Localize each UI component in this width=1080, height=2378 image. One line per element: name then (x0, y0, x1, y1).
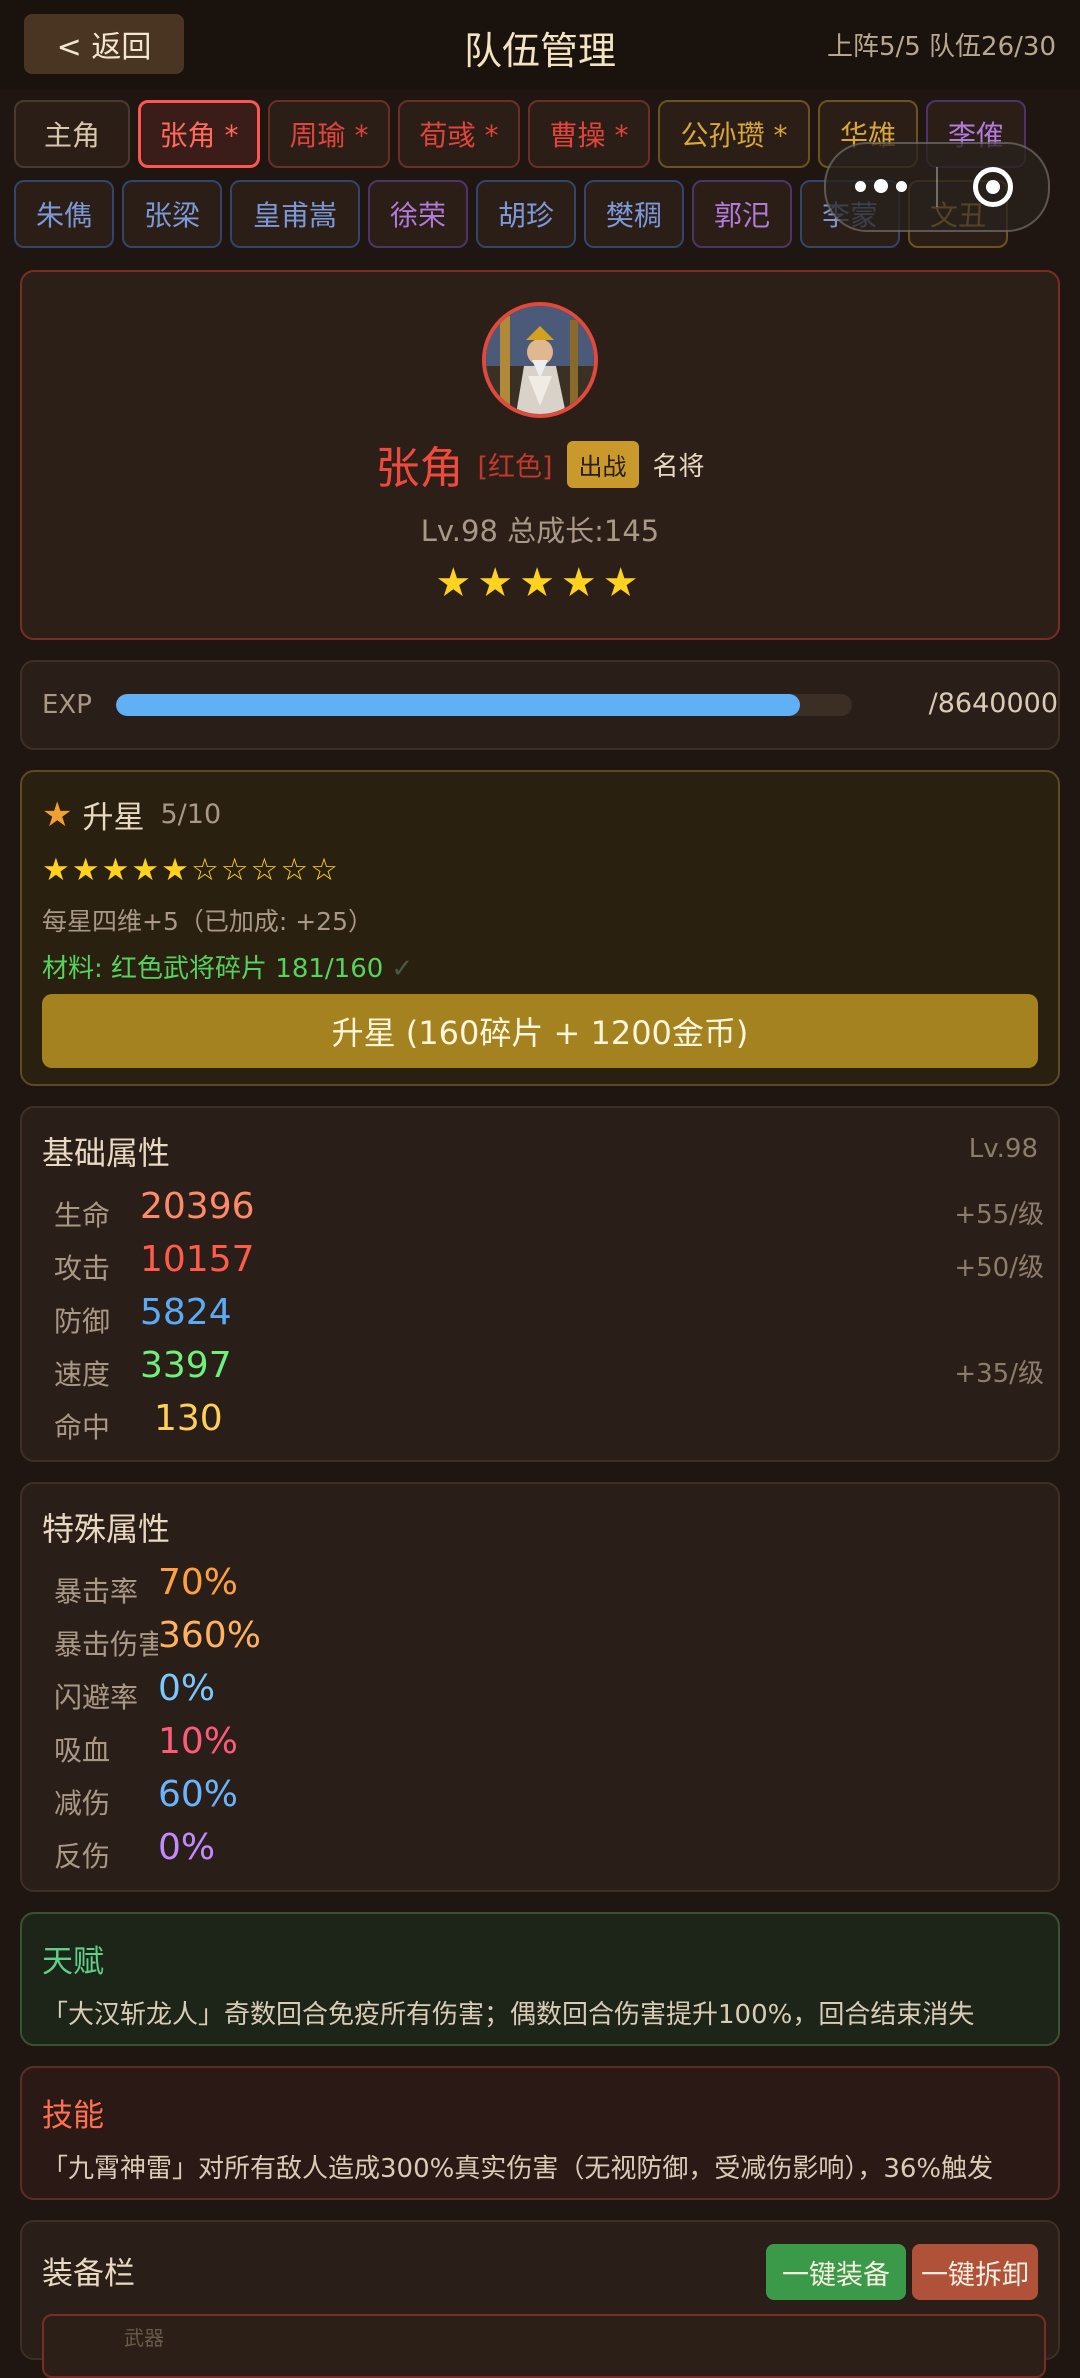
roster-chip-huzhen[interactable]: 胡珍 (476, 180, 576, 248)
exp-card: EXP 6/8640000 (20, 660, 1060, 750)
stat-row-hp: 生命 20396 +55/级 (54, 1186, 1044, 1236)
star-up-title: 升星 (82, 800, 145, 836)
base-stats-title: 基础属性 (42, 1134, 171, 1172)
special-row-reflect: 反伤 0% (54, 1827, 654, 1877)
special-label: 暴击伤害 (54, 1628, 158, 1661)
rarity-label: [红色] (477, 451, 553, 483)
special-value: 70% (158, 1562, 239, 1603)
star-progress: ★★★★★☆☆☆☆☆ (42, 852, 340, 888)
equipment-card: 装备栏 一键装备 一键拆卸 武器 (20, 2220, 1060, 2378)
unequip-all-button[interactable]: 一键拆卸 (912, 2244, 1038, 2300)
roster-chip-guosi[interactable]: 郭汜 (692, 180, 792, 248)
special-label: 闪避率 (54, 1681, 139, 1714)
talent-title: 天赋 (42, 1944, 104, 1980)
talent-desc: 「大汉斩龙人」奇数回合免疫所有伤害；偶数回合伤害提升100%，回合结束消失 (42, 2000, 975, 2030)
roster-chip-zhangliang[interactable]: 张梁 (122, 180, 222, 248)
roster-chip-zhouyu[interactable]: 周瑜 * (268, 100, 390, 168)
equipment-slot-weapon[interactable]: 武器 (42, 2314, 1046, 2378)
exp-bar (116, 694, 852, 716)
star-up-card: ★ 升星 5/10 ★★★★★☆☆☆☆☆ 每星四维+5（已加成: +25） 材料… (20, 770, 1060, 1086)
special-value: 60% (158, 1774, 239, 1815)
stat-value: 3397 (140, 1345, 232, 1386)
stat-value: 5824 (140, 1292, 232, 1333)
filled-stars: ★★★★★ (42, 852, 191, 888)
exp-label: EXP (42, 690, 92, 720)
more-menu-icon[interactable] (826, 179, 936, 193)
special-row-dodge: 闪避率 0% (54, 1668, 654, 1718)
material-text: 材料: 红色武将碎片 181/160 (42, 954, 384, 984)
empty-stars: ☆☆☆☆☆ (190, 852, 340, 888)
team-count: 上阵5/5 队伍26/30 (826, 32, 1056, 62)
stat-value: 20396 (140, 1186, 255, 1227)
special-value: 10% (158, 1721, 239, 1762)
skill-title: 技能 (42, 2098, 104, 2134)
roster-chip-caocao[interactable]: 曹操 * (528, 100, 650, 168)
star-bonus: 每星四维+5（已加成: +25） (42, 907, 373, 936)
special-label: 暴击率 (54, 1575, 139, 1608)
roster-chip-gongsunzan[interactable]: 公孙瓒 * (658, 100, 810, 168)
stat-label: 防御 (54, 1305, 111, 1338)
stat-row-hit: 命中 130 (54, 1398, 1044, 1448)
stat-label: 攻击 (54, 1252, 111, 1285)
special-value: 0% (158, 1827, 216, 1868)
roster-chip-huangfusong[interactable]: 皇甫嵩 (230, 180, 360, 248)
roster-chip-xurong[interactable]: 徐荣 (368, 180, 468, 248)
close-target-icon[interactable] (938, 167, 1048, 207)
check-icon: ✓ (391, 954, 414, 984)
star-icon: ★ (42, 794, 73, 835)
roster-chip-zhujun[interactable]: 朱儁 (14, 180, 114, 248)
stat-value: 10157 (140, 1239, 255, 1280)
talent-card: 天赋 「大汉斩龙人」奇数回合免疫所有伤害；偶数回合伤害提升100%，回合结束消失 (20, 1912, 1060, 2046)
special-label: 反伤 (54, 1840, 111, 1873)
hero-name-line: 张角 [红色] 出战 名将 (22, 432, 1058, 496)
level-growth: Lv.98 总成长:145 (420, 514, 660, 548)
star-up-count: 5/10 (160, 799, 222, 830)
stat-value: 130 (154, 1398, 223, 1439)
star-material: 材料: 红色武将碎片 181/160 ✓ (42, 948, 413, 985)
special-stats-card: 特殊属性 暴击率 70% 暴击伤害 360% 闪避率 0% 吸血 10% 减伤 … (20, 1482, 1060, 1892)
special-stats-title: 特殊属性 (42, 1510, 171, 1548)
slot-label: 武器 (124, 2326, 164, 2350)
roster-chip-xunyu[interactable]: 荀彧 * (398, 100, 520, 168)
star-up-button[interactable]: 升星 (160碎片 + 1200金币) (42, 994, 1038, 1068)
special-label: 吸血 (54, 1734, 111, 1767)
hero-name: 张角 (375, 443, 464, 494)
stat-row-spd: 速度 3397 +35/级 (54, 1345, 1044, 1395)
exp-bar-fill (116, 694, 801, 716)
roster-chip-fanchou[interactable]: 樊稠 (584, 180, 684, 248)
mini-program-capsule (824, 142, 1050, 232)
skill-desc: 「九霄神雷」对所有敌人造成300%真实伤害（无视防御，受减伤影响），36%触发 (42, 2154, 994, 2184)
special-row-crit-dmg: 暴击伤害 360% (54, 1615, 654, 1665)
base-stats-level: Lv.98 (968, 1134, 1038, 1164)
stat-growth: +55/级 (954, 1200, 1044, 1230)
special-label: 减伤 (54, 1787, 111, 1820)
hero-card: 张角 [红色] 出战 名将 Lv.98 总成长:145 ★★★★★ (20, 270, 1060, 640)
avatar (482, 302, 598, 418)
roster-chip-zhangjiao[interactable]: 张角 * (138, 100, 260, 168)
special-row-lifesteal: 吸血 10% (54, 1721, 654, 1771)
hero-stars: ★★★★★ (435, 560, 645, 606)
stat-row-def: 防御 5824 (54, 1292, 1044, 1342)
equip-all-button[interactable]: 一键装备 (766, 2244, 906, 2300)
title-tag: 名将 (652, 451, 705, 482)
deploy-badge: 出战 (566, 440, 639, 488)
special-row-crit-rate: 暴击率 70% (54, 1562, 654, 1612)
stat-label: 命中 (54, 1411, 111, 1444)
stat-label: 速度 (54, 1358, 111, 1391)
base-stats-card: 基础属性 Lv.98 生命 20396 +55/级 攻击 10157 +50/级… (20, 1106, 1060, 1462)
stat-growth: +50/级 (954, 1253, 1044, 1283)
stat-growth: +35/级 (954, 1359, 1044, 1389)
exp-value: 6/8640000 (928, 688, 1058, 719)
special-value: 0% (158, 1668, 216, 1709)
skill-card: 技能 「九霄神雷」对所有敌人造成300%真实伤害（无视防御，受减伤影响），36%… (20, 2066, 1060, 2200)
stat-row-atk: 攻击 10157 +50/级 (54, 1239, 1044, 1289)
top-bar: < 返回 队伍管理 上阵5/5 队伍26/30 (0, 0, 1080, 90)
special-value: 360% (158, 1615, 261, 1656)
equipment-title: 装备栏 (42, 2256, 135, 2292)
roster-chip-protagonist[interactable]: 主角 (14, 100, 130, 168)
star-up-header: ★ 升星 5/10 (42, 792, 221, 837)
special-row-dmg-reduction: 减伤 60% (54, 1774, 654, 1824)
stat-label: 生命 (54, 1199, 111, 1232)
